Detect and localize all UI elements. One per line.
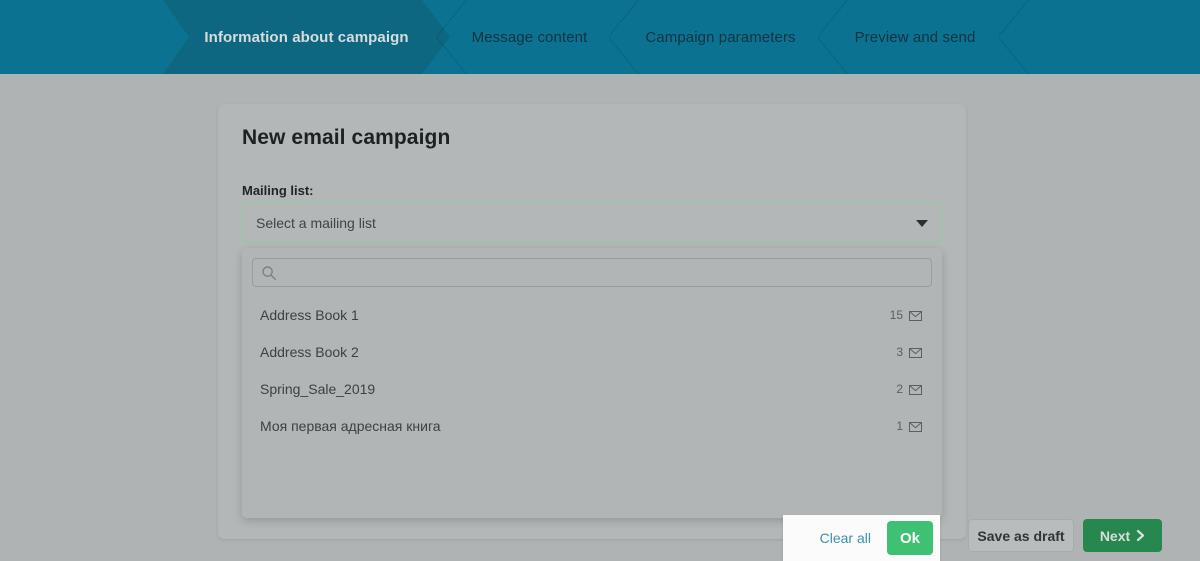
tab-campaign-parameters[interactable]: Campaign parameters bbox=[624, 0, 817, 74]
list-item[interactable]: Моя первая адресная книга 1 bbox=[252, 407, 932, 444]
mailing-list-select[interactable]: Select a mailing list bbox=[242, 202, 942, 243]
page-body: New email campaign Mailing list: Select … bbox=[0, 74, 1200, 561]
mailing-list-dropdown: Address Book 1 15 Address Book 2 3 Sprin… bbox=[242, 248, 942, 518]
tab-separator-4 bbox=[999, 0, 1029, 74]
option-meta: 3 bbox=[896, 345, 922, 359]
option-meta: 1 bbox=[896, 419, 922, 433]
option-label: Моя первая адресная книга bbox=[260, 417, 441, 434]
card-footer-actions: Save as draft Next bbox=[968, 519, 1162, 552]
chevron-down-icon bbox=[916, 219, 928, 227]
envelope-icon bbox=[909, 384, 922, 395]
option-count: 2 bbox=[896, 381, 903, 396]
ok-button[interactable]: Ok bbox=[887, 521, 933, 555]
option-count: 1 bbox=[896, 418, 903, 433]
search-icon bbox=[261, 265, 277, 281]
campaign-steps-tabbar: Information about campaign Message conte… bbox=[0, 0, 1200, 74]
dropdown-search-input[interactable] bbox=[253, 259, 931, 286]
next-button-label: Next bbox=[1099, 527, 1131, 544]
envelope-icon bbox=[909, 310, 922, 321]
tab-label: Message content bbox=[471, 28, 588, 46]
option-count: 15 bbox=[889, 307, 903, 322]
next-button[interactable]: Next bbox=[1083, 519, 1162, 552]
dropdown-search-wrapper[interactable] bbox=[252, 258, 932, 287]
list-item[interactable]: Address Book 2 3 bbox=[252, 333, 932, 370]
option-label: Spring_Sale_2019 bbox=[260, 380, 376, 397]
tab-label: Information about campaign bbox=[204, 28, 409, 46]
envelope-icon bbox=[909, 347, 922, 358]
option-label: Address Book 2 bbox=[260, 343, 359, 360]
option-count: 3 bbox=[896, 344, 903, 359]
envelope-icon bbox=[909, 421, 922, 432]
chevron-right-icon bbox=[1136, 529, 1145, 542]
tab-preview-and-send[interactable]: Preview and send bbox=[833, 0, 997, 74]
mailing-list-options: Address Book 1 15 Address Book 2 3 Sprin… bbox=[252, 296, 932, 444]
tab-label: Campaign parameters bbox=[645, 28, 796, 46]
clear-all-button[interactable]: Clear all bbox=[820, 530, 871, 546]
new-campaign-card: New email campaign Mailing list: Select … bbox=[218, 104, 1162, 552]
option-meta: 2 bbox=[896, 382, 922, 396]
mailing-list-select-value: Select a mailing list bbox=[256, 214, 376, 231]
option-meta: 15 bbox=[890, 308, 922, 322]
option-label: Address Book 1 bbox=[260, 306, 359, 323]
list-item[interactable]: Spring_Sale_2019 2 bbox=[252, 370, 932, 407]
save-as-draft-button[interactable]: Save as draft bbox=[968, 519, 1074, 552]
tab-information-about-campaign[interactable]: Information about campaign bbox=[163, 0, 450, 74]
tab-message-content[interactable]: Message content bbox=[452, 0, 607, 74]
dropdown-actions-panel: Clear all Ok bbox=[783, 515, 940, 561]
page-title: New email campaign bbox=[242, 126, 451, 149]
list-item[interactable]: Address Book 1 15 bbox=[252, 296, 932, 333]
mailing-list-label: Mailing list: bbox=[242, 183, 314, 198]
tab-label: Preview and send bbox=[854, 28, 976, 46]
